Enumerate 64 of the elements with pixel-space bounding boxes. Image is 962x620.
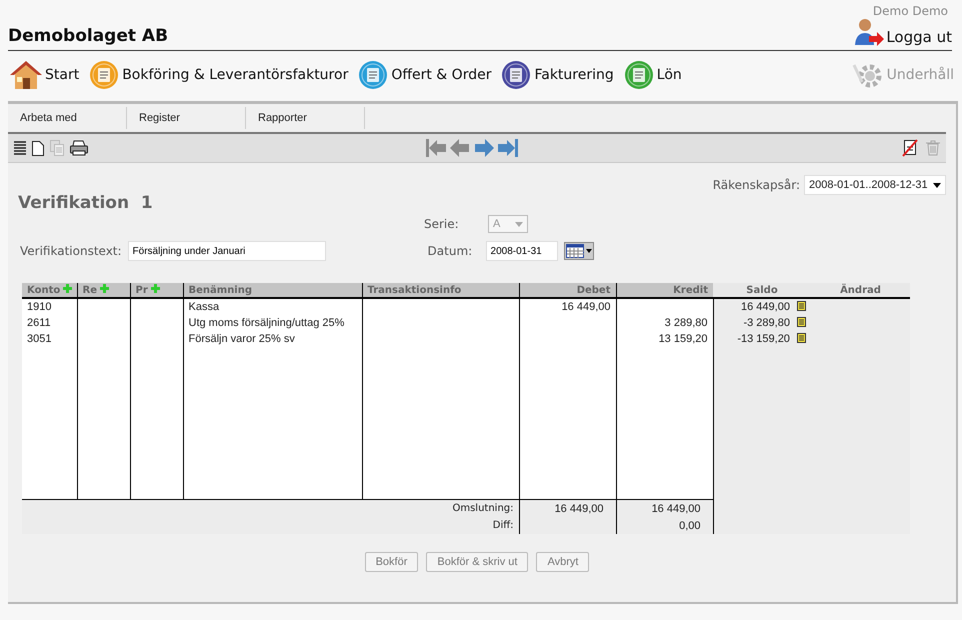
dropdown-arrow-icon bbox=[515, 222, 523, 226]
calendar-icon bbox=[566, 244, 592, 258]
column-header: Benämning bbox=[183, 283, 362, 298]
table-cell: 2611 bbox=[27, 317, 51, 329]
table-cell: Försäljn varor 25% sv bbox=[188, 333, 295, 345]
fiscal-year-dropdown[interactable]: 2008-01-01..2008-12-31 bbox=[804, 175, 946, 195]
nav-item[interactable]: Fakturering bbox=[501, 60, 614, 90]
column-header: Kredit bbox=[616, 283, 713, 298]
column-header: Saldo bbox=[713, 283, 811, 298]
crossed-document-icon[interactable] bbox=[902, 139, 918, 157]
table-cell: Utg moms försäljning/uttag 25% bbox=[188, 317, 344, 329]
voucher-title: Verifikation 1 bbox=[18, 193, 153, 213]
nav-item[interactable]: Start bbox=[10, 60, 80, 90]
note-icon[interactable] bbox=[797, 317, 806, 327]
logout-link[interactable]: Logga ut bbox=[854, 18, 952, 46]
voucher-text-field[interactable]: Försäljning under Januari bbox=[128, 241, 326, 261]
company-name: Demobolaget AB bbox=[8, 26, 168, 46]
last-record-icon[interactable] bbox=[498, 139, 518, 157]
dropdown-arrow-icon bbox=[933, 182, 941, 188]
next-record-icon[interactable] bbox=[474, 139, 494, 157]
nav-item[interactable]: Offert & Order bbox=[358, 60, 492, 90]
round-app-icon bbox=[89, 60, 120, 90]
menu-item[interactable]: Register bbox=[127, 107, 246, 129]
user-exit-icon bbox=[854, 18, 884, 46]
user-name: Demo Demo bbox=[872, 4, 948, 18]
column-header: Re bbox=[77, 283, 130, 298]
total-label: Diff: bbox=[492, 520, 514, 531]
table-cell: 16 449,00 bbox=[741, 301, 790, 313]
voucher-text-label: Verifikationstext: bbox=[20, 244, 122, 258]
nav-item[interactable]: Lön bbox=[624, 60, 682, 90]
table-cell: 3 289,80 bbox=[664, 317, 708, 329]
table-cell: 13 159,20 bbox=[658, 333, 708, 345]
date-field[interactable]: 2008-01-31 bbox=[486, 241, 558, 261]
total-label: Omslutning: bbox=[452, 503, 514, 514]
calendar-button[interactable] bbox=[564, 242, 594, 260]
round-app-icon bbox=[501, 60, 532, 90]
round-app-icon bbox=[624, 60, 654, 90]
nav-item[interactable]: Bokföring & Leverantörsfakturor bbox=[89, 60, 348, 90]
total-value: 16 449,00 bbox=[554, 502, 604, 514]
column-header: Transaktionsinfo bbox=[362, 283, 519, 298]
series-label: Serie: bbox=[424, 217, 460, 231]
date-label: Datum: bbox=[428, 244, 474, 258]
table-cell: -13 159,20 bbox=[737, 333, 790, 345]
column-header: Debet bbox=[519, 283, 616, 298]
total-value: 0,00 bbox=[679, 520, 700, 532]
table-cell: -3 289,80 bbox=[743, 317, 790, 329]
note-icon[interactable] bbox=[797, 301, 806, 311]
total-value: 16 449,00 bbox=[652, 502, 700, 514]
menu-item[interactable]: Arbeta med bbox=[8, 107, 127, 129]
table-cell: 3051 bbox=[27, 333, 52, 345]
list-icon[interactable] bbox=[14, 141, 26, 155]
house-icon bbox=[10, 60, 42, 90]
fiscal-year-label: Räkenskapsår: bbox=[712, 178, 800, 192]
table-cell: 16 449,00 bbox=[562, 301, 610, 313]
table-cell: Kassa bbox=[188, 301, 220, 313]
column-header: Konto bbox=[22, 283, 77, 298]
round-app-icon bbox=[358, 60, 388, 90]
column-header: Ändrad bbox=[811, 283, 910, 298]
column-header: Pr bbox=[130, 283, 183, 298]
note-icon[interactable] bbox=[797, 333, 806, 343]
table-cell: 1910 bbox=[27, 301, 52, 313]
new-document-icon[interactable] bbox=[32, 140, 44, 156]
menu-item[interactable]: Rapporter bbox=[246, 107, 365, 129]
printer-icon[interactable] bbox=[70, 140, 88, 156]
